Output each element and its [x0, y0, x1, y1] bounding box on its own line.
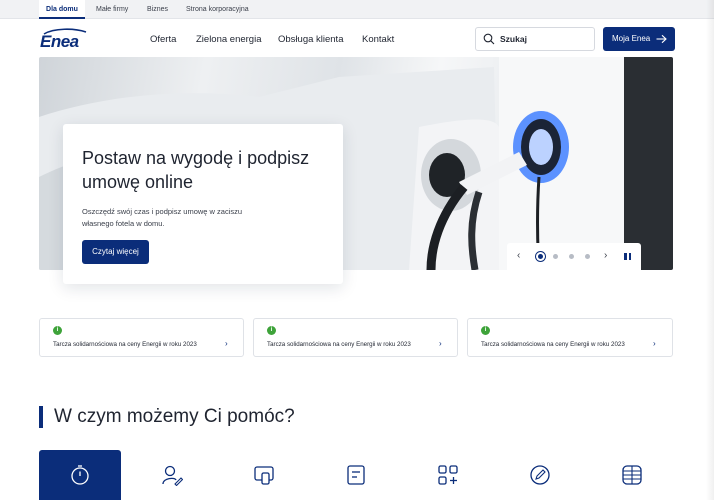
notice-card[interactable]: i Tarcza solidarnościowa na ceny Energii… — [253, 318, 458, 357]
arrow-right-icon — [656, 34, 667, 44]
help-tile[interactable] — [315, 450, 397, 500]
notice-card[interactable]: i Tarcza solidarnościowa na ceny Energii… — [39, 318, 244, 357]
info-icon: i — [267, 326, 276, 335]
segment-biznes[interactable]: Biznes — [147, 0, 168, 19]
hero-promo-card: Postaw na wygodę i podpisz umowę online … — [63, 124, 343, 284]
user-edit-icon — [162, 465, 183, 486]
help-tile[interactable] — [223, 450, 305, 500]
segment-dla-domu[interactable]: Dla domu — [39, 0, 85, 19]
carousel-dot[interactable] — [553, 254, 558, 259]
nav-oferta[interactable]: Oferta — [150, 34, 176, 45]
nav-obsluga-klienta[interactable]: Obsługa klienta — [278, 34, 343, 45]
help-section-title: W czym możemy Ci pomóc? — [54, 406, 295, 427]
help-tile[interactable] — [131, 450, 213, 500]
site-header: Enea Oferta Zielona energia Obsługa klie… — [0, 19, 714, 59]
help-tile[interactable] — [499, 450, 581, 500]
document-icon — [347, 465, 365, 485]
carousel-dot[interactable] — [538, 254, 543, 259]
help-tile[interactable] — [407, 450, 489, 500]
notice-text: Tarcza solidarnościowa na ceny Energii w… — [53, 341, 197, 348]
search-icon — [483, 33, 495, 45]
chevron-right-icon: › — [653, 339, 656, 348]
carousel-controls: ‹ › — [507, 243, 641, 270]
notice-text: Tarcza solidarnościowa na ceny Energii w… — [481, 341, 625, 348]
info-icon: i — [53, 326, 62, 335]
search-placeholder: Szukaj — [500, 34, 527, 44]
hero-title: Postaw na wygodę i podpisz umowę online — [82, 148, 310, 192]
section-accent-bar — [39, 406, 43, 428]
chevron-right-icon: › — [225, 339, 228, 348]
nav-kontakt[interactable]: Kontakt — [362, 34, 394, 45]
moja-enea-label: Moja Enea — [612, 34, 651, 43]
enea-logo[interactable]: Enea — [40, 28, 92, 51]
globe-icon — [622, 465, 642, 485]
carousel-dot[interactable] — [569, 254, 574, 259]
read-more-button[interactable]: Czytaj więcej — [82, 240, 149, 264]
chevron-right-icon: › — [439, 339, 442, 348]
segment-male-firmy[interactable]: Małe firmy — [96, 0, 128, 19]
pause-icon[interactable] — [624, 253, 631, 260]
moja-enea-button[interactable]: Moja Enea — [603, 27, 675, 51]
notice-card[interactable]: i Tarcza solidarnościowa na ceny Energii… — [467, 318, 673, 357]
scrollbar-edge — [706, 0, 714, 500]
search-input[interactable]: Szukaj — [475, 27, 595, 51]
info-icon: i — [481, 326, 490, 335]
nav-zielona-energia[interactable]: Zielona energia — [196, 34, 262, 45]
help-tile[interactable] — [39, 450, 121, 500]
logo-text: Enea — [40, 32, 79, 51]
stopwatch-icon — [71, 465, 89, 485]
carousel-prev-icon[interactable]: ‹ — [517, 250, 520, 261]
pencil-circle-icon — [530, 465, 550, 485]
carousel-next-icon[interactable]: › — [604, 250, 607, 261]
grid-plus-icon — [438, 465, 458, 485]
segment-bar: Dla domu Małe firmy Biznes Strona korpor… — [0, 0, 714, 19]
devices-icon — [254, 466, 274, 485]
segment-strona-korporacyjna[interactable]: Strona korporacyjna — [186, 0, 249, 19]
hero-description: Oszczędź swój czas i podpisz umowę w zac… — [82, 207, 243, 228]
notice-text: Tarcza solidarnościowa na ceny Energii w… — [267, 341, 411, 348]
carousel-dot[interactable] — [585, 254, 590, 259]
help-tile[interactable] — [591, 450, 673, 500]
